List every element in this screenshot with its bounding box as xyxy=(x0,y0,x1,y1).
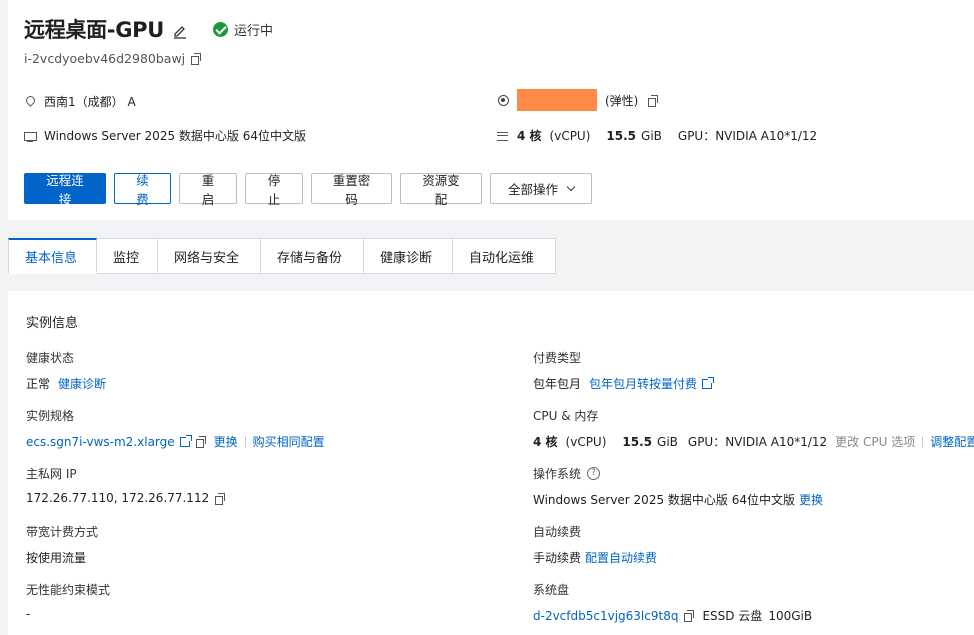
copy-icon[interactable] xyxy=(195,436,206,448)
health-value: 正常 xyxy=(26,377,51,391)
os-icon xyxy=(24,130,37,142)
memory-value: 15.5 xyxy=(606,128,637,143)
buy-same-config-link[interactable]: 购买相同配置 xyxy=(253,433,325,450)
tab-storage-backup[interactable]: 存储与备份 xyxy=(261,238,364,274)
gpu-info: GPU：NVIDIA A10*1/12 xyxy=(677,129,818,143)
auto-renew-value: 手动续费 xyxy=(533,551,582,565)
os-label: 操作系统 xyxy=(533,467,582,481)
os-row: Windows Server 2025 数据中心版 64位中文版 xyxy=(24,127,306,144)
title-row: 远程桌面-GPU 运行中 xyxy=(24,14,273,44)
reset-password-button[interactable]: 重置密码 xyxy=(311,173,392,207)
copy-icon[interactable] xyxy=(648,94,659,107)
renew-button[interactable]: 续费 xyxy=(114,173,171,207)
health-label: 健康状态 xyxy=(26,351,75,365)
instance-id: i-2vcdyoebv46d2980bawj xyxy=(24,51,186,66)
disk-size: 100GiB xyxy=(768,608,813,623)
private-ip-value: 172.26.77.110, 172.26.77.112 xyxy=(26,491,210,505)
health-field: 健康状态 正常 健康诊断 xyxy=(26,349,106,392)
convert-billing-link[interactable]: 包年包月转按量付费 xyxy=(589,375,697,392)
spec-icon xyxy=(497,130,509,142)
private-ip-field: 主私网 IP 172.26.77.110, 172.26.77.112 xyxy=(26,465,226,505)
memory-value: 15.5 xyxy=(622,434,653,449)
burst-mode-field: 无性能约束模式 - xyxy=(26,581,110,621)
bandwidth-label: 带宽计费方式 xyxy=(26,525,99,539)
auto-renew-field: 自动续费 手动续费 配置自动续费 xyxy=(533,523,657,566)
instance-info-card: 实例信息 健康状态 正常 健康诊断 付费类型 包年包月 包年包月转按量付费 实例… xyxy=(8,291,974,635)
bandwidth-field: 带宽计费方式 按使用流量 xyxy=(26,523,98,566)
tab-monitoring[interactable]: 监控 xyxy=(97,238,158,274)
spec-value-link[interactable]: ecs.sgn7i-vws-m2.xlarge xyxy=(26,435,175,449)
restart-button[interactable]: 重启 xyxy=(179,173,237,207)
status-badge: 运行中 xyxy=(213,20,273,39)
spec-field: 实例规格 ecs.sgn7i-vws-m2.xlarge 更换 购买相同配置 xyxy=(26,407,325,450)
cpu-cores: 4 核 xyxy=(533,435,558,449)
help-icon[interactable]: ? xyxy=(587,467,601,480)
system-disk-field: 系统盘 d-2vcfdb5c1vjg63lc9t8q ESSD 云盘 100Gi… xyxy=(533,581,812,624)
external-link-icon[interactable] xyxy=(702,376,715,389)
instance-header-card: 远程桌面-GPU 运行中 i-2vcdyoebv46d2980bawj 西南1（… xyxy=(8,0,974,220)
system-disk-link[interactable]: d-2vcfdb5c1vjg63lc9t8q xyxy=(533,609,678,623)
burst-mode-value: - xyxy=(26,607,31,621)
cpu-memory-label: CPU & 内存 xyxy=(533,409,599,423)
tab-basic-info[interactable]: 基本信息 xyxy=(8,238,97,274)
instance-id-row: i-2vcdyoebv46d2980bawj xyxy=(24,51,202,66)
copy-icon[interactable] xyxy=(215,492,226,505)
resize-button[interactable]: 资源变配 xyxy=(400,173,482,207)
spec-label: 实例规格 xyxy=(26,409,75,423)
all-actions-label: 全部操作 xyxy=(507,182,558,197)
tab-health-diagnosis[interactable]: 健康诊断 xyxy=(364,238,453,274)
burst-mode-label: 无性能约束模式 xyxy=(26,583,111,597)
page-title: 远程桌面-GPU xyxy=(24,18,164,42)
gpu-info: GPU：NVIDIA A10*1/12 xyxy=(687,435,828,449)
redacted-ip xyxy=(517,89,597,111)
stop-button[interactable]: 停止 xyxy=(245,173,303,207)
cpu-unit: (vCPU) xyxy=(565,434,607,449)
region-text: 西南1（成都） A xyxy=(44,95,136,109)
auto-renew-label: 自动续费 xyxy=(533,525,582,539)
external-link-icon[interactable] xyxy=(179,434,192,447)
health-diagnosis-link[interactable]: 健康诊断 xyxy=(58,375,106,392)
tab-network-security[interactable]: 网络与安全 xyxy=(158,238,261,274)
tab-bar: 基本信息 监控 网络与安全 存储与备份 健康诊断 自动化运维 xyxy=(8,238,556,274)
change-spec-link[interactable]: 更换 xyxy=(214,433,238,450)
billing-field: 付费类型 包年包月 包年包月转按量付费 xyxy=(533,349,715,392)
copy-icon[interactable] xyxy=(684,610,695,622)
edit-icon[interactable] xyxy=(173,24,187,39)
configure-auto-renew-link[interactable]: 配置自动续费 xyxy=(585,549,657,566)
change-os-link[interactable]: 更换 xyxy=(799,491,823,508)
billing-value: 包年包月 xyxy=(533,377,582,391)
location-icon xyxy=(24,96,36,108)
all-actions-dropdown[interactable]: 全部操作 xyxy=(490,173,592,204)
os-field: 操作系统 ? Windows Server 2025 数据中心版 64位中文版 … xyxy=(533,465,823,508)
os-value: Windows Server 2025 数据中心版 64位中文版 xyxy=(533,493,795,507)
ip-icon xyxy=(497,94,509,106)
cpu-cores: 4 核 xyxy=(517,129,542,143)
status-check-icon xyxy=(213,21,228,37)
memory-unit: GiB xyxy=(657,434,678,449)
tab-automation[interactable]: 自动化运维 xyxy=(453,238,556,274)
disk-type: ESSD 云盘 xyxy=(702,609,763,623)
spec-row: 4 核 (vCPU) 15.5 GiB GPU：NVIDIA A10*1/12 xyxy=(497,127,817,144)
divider xyxy=(922,435,924,448)
region-row: 西南1（成都） A xyxy=(24,93,136,110)
memory-unit: GiB xyxy=(641,128,662,143)
section-title: 实例信息 xyxy=(26,316,79,331)
adjust-config-link[interactable]: 调整配置 xyxy=(930,433,974,450)
ip-type: (弹性) xyxy=(605,93,639,108)
divider xyxy=(244,435,246,448)
cpu-memory-field: CPU & 内存 4 核 (vCPU) 15.5 GiB GPU：NVIDIA … xyxy=(533,407,974,450)
cpu-unit: (vCPU) xyxy=(549,128,591,143)
action-buttons: 远程连接 续费 重启 停止 重置密码 资源变配 全部操作 xyxy=(24,173,600,207)
private-ip-label: 主私网 IP xyxy=(26,467,77,481)
remote-connect-button[interactable]: 远程连接 xyxy=(24,173,106,207)
change-cpu-options: 更改 CPU 选项 xyxy=(835,435,916,449)
billing-label: 付费类型 xyxy=(533,351,582,365)
copy-icon[interactable] xyxy=(191,53,202,65)
bandwidth-value: 按使用流量 xyxy=(26,551,87,565)
os-text: Windows Server 2025 数据中心版 64位中文版 xyxy=(44,129,306,143)
system-disk-label: 系统盘 xyxy=(533,583,570,597)
public-ip-row: (弹性) xyxy=(497,89,659,111)
status-text: 运行中 xyxy=(234,23,274,39)
chevron-down-icon xyxy=(566,182,576,191)
